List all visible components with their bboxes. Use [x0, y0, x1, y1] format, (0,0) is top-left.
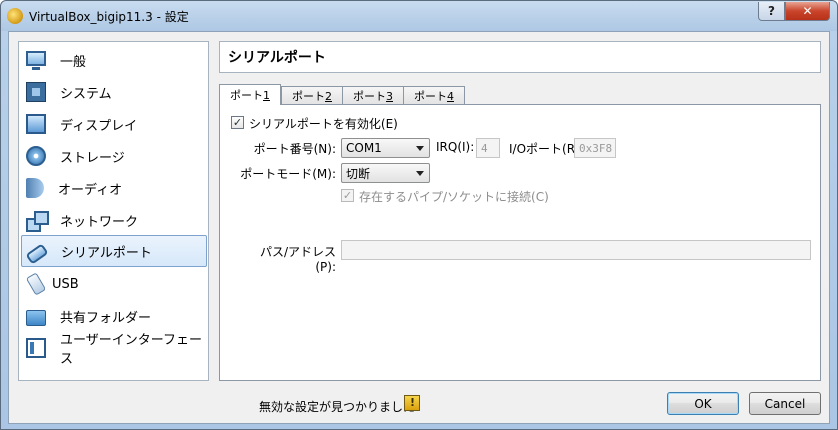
port-number-label: ポート番号(N):	[253, 142, 336, 156]
help-icon: ?	[768, 4, 775, 18]
chevron-down-icon	[416, 146, 424, 151]
virtualbox-icon	[7, 8, 23, 24]
sidebar-item-label: ディスプレイ	[60, 118, 138, 134]
check-icon: ✓	[232, 116, 243, 129]
sidebar-item-label: シリアルポート	[61, 245, 152, 261]
connect-existing-pipe-checkbox[interactable]: ✓	[341, 189, 354, 202]
tab-label: ポート	[414, 90, 447, 103]
status-message: 無効な設定が見つかりました	[259, 400, 416, 414]
sidebar-item-label: ネットワーク	[60, 214, 139, 230]
tab-number: 2	[325, 89, 332, 103]
storage-icon	[26, 146, 46, 166]
enable-serial-port-checkbox[interactable]: ✓	[231, 116, 244, 129]
sidebar-item-network[interactable]: ネットワーク	[21, 204, 207, 236]
ok-button[interactable]: OK	[667, 392, 739, 415]
system-icon	[26, 82, 46, 102]
sidebar-item-shared-folders[interactable]: 共有フォルダー	[21, 300, 207, 332]
tab-label: ポート	[353, 90, 386, 103]
port-number-value: COM1	[346, 141, 382, 155]
window-title: VirtualBox_bigip11.3 - 設定	[29, 10, 189, 24]
page-title: シリアルポート	[219, 41, 821, 73]
port-mode-value: 切断	[346, 166, 371, 181]
tab-number: 4	[447, 89, 454, 103]
sidebar-item-storage[interactable]: ストレージ	[21, 140, 207, 172]
audio-icon	[26, 178, 44, 198]
sidebar-item-serial-port[interactable]: シリアルポート	[21, 235, 207, 267]
port-tabs: ポート 1 ポート 2 ポート 3 ポート 4	[219, 84, 465, 105]
path-address-label: パス/アドレス(P):	[259, 245, 336, 274]
cancel-button[interactable]: Cancel	[749, 392, 821, 415]
dialog-body: 一般 システム ディスプレイ ストレージ オーディオ ネットワーク シリアルポー…	[8, 31, 830, 424]
sidebar-item-label: ユーザーインターフェース	[60, 333, 202, 367]
help-button[interactable]: ?	[758, 2, 785, 21]
port-settings-panel: ✓ シリアルポートを有効化(E) ポート番号(N): COM1 IRQ(I): …	[219, 104, 821, 381]
usb-icon	[25, 272, 47, 296]
sidebar-item-label: 共有フォルダー	[60, 310, 152, 326]
sidebar-item-label: システム	[60, 86, 112, 102]
tab-port-2[interactable]: ポート 2	[281, 86, 342, 105]
title-bar[interactable]: VirtualBox_bigip11.3 - 設定 ? ✕	[1, 1, 837, 31]
sidebar-item-usb[interactable]: USB	[21, 268, 207, 300]
port-mode-label: ポートモード(M):	[240, 167, 336, 181]
close-icon: ✕	[802, 4, 813, 18]
sidebar-item-system[interactable]: システム	[21, 76, 207, 108]
io-port-label: I/Oポート(R):	[509, 142, 584, 156]
tab-port-3[interactable]: ポート 3	[342, 86, 403, 105]
serial-port-icon	[25, 243, 49, 265]
close-button[interactable]: ✕	[785, 2, 830, 21]
sidebar-item-audio[interactable]: オーディオ	[21, 172, 207, 204]
display-icon	[26, 114, 46, 134]
tab-label: ポート	[292, 90, 325, 103]
port-number-select[interactable]: COM1	[341, 138, 430, 158]
settings-sidebar: 一般 システム ディスプレイ ストレージ オーディオ ネットワーク シリアルポー…	[18, 41, 209, 381]
sidebar-item-label: USB	[52, 276, 79, 292]
irq-label: IRQ(I):	[436, 140, 475, 154]
warning-icon[interactable]	[404, 395, 420, 411]
port-mode-select[interactable]: 切断	[341, 163, 430, 183]
tab-number: 3	[386, 89, 393, 103]
tab-label: ポート	[230, 89, 263, 102]
io-port-field[interactable]: 0x3F8	[574, 138, 616, 158]
sidebar-item-label: ストレージ	[60, 150, 125, 166]
sidebar-item-display[interactable]: ディスプレイ	[21, 108, 207, 140]
network-icon	[26, 210, 49, 232]
irq-field[interactable]: 4	[476, 138, 500, 158]
path-address-field[interactable]	[341, 240, 811, 260]
tab-port-1[interactable]: ポート 1	[219, 84, 281, 105]
tab-number: 1	[263, 88, 270, 102]
chevron-down-icon	[416, 171, 424, 176]
check-icon: ✓	[342, 189, 353, 202]
tab-port-4[interactable]: ポート 4	[403, 86, 465, 105]
connect-existing-pipe-label: 存在するパイプ/ソケットに接続(C)	[359, 190, 549, 204]
settings-window: VirtualBox_bigip11.3 - 設定 ? ✕ 一般 システム ディ…	[0, 0, 838, 430]
enable-serial-port-label: シリアルポートを有効化(E)	[249, 117, 398, 131]
sidebar-item-user-interface[interactable]: ユーザーインターフェース	[21, 332, 207, 367]
shared-folder-icon	[26, 310, 46, 326]
general-icon	[26, 50, 46, 70]
sidebar-item-label: 一般	[60, 54, 87, 70]
user-interface-icon	[26, 338, 46, 358]
sidebar-item-label: オーディオ	[58, 182, 123, 198]
sidebar-item-general[interactable]: 一般	[21, 44, 207, 76]
